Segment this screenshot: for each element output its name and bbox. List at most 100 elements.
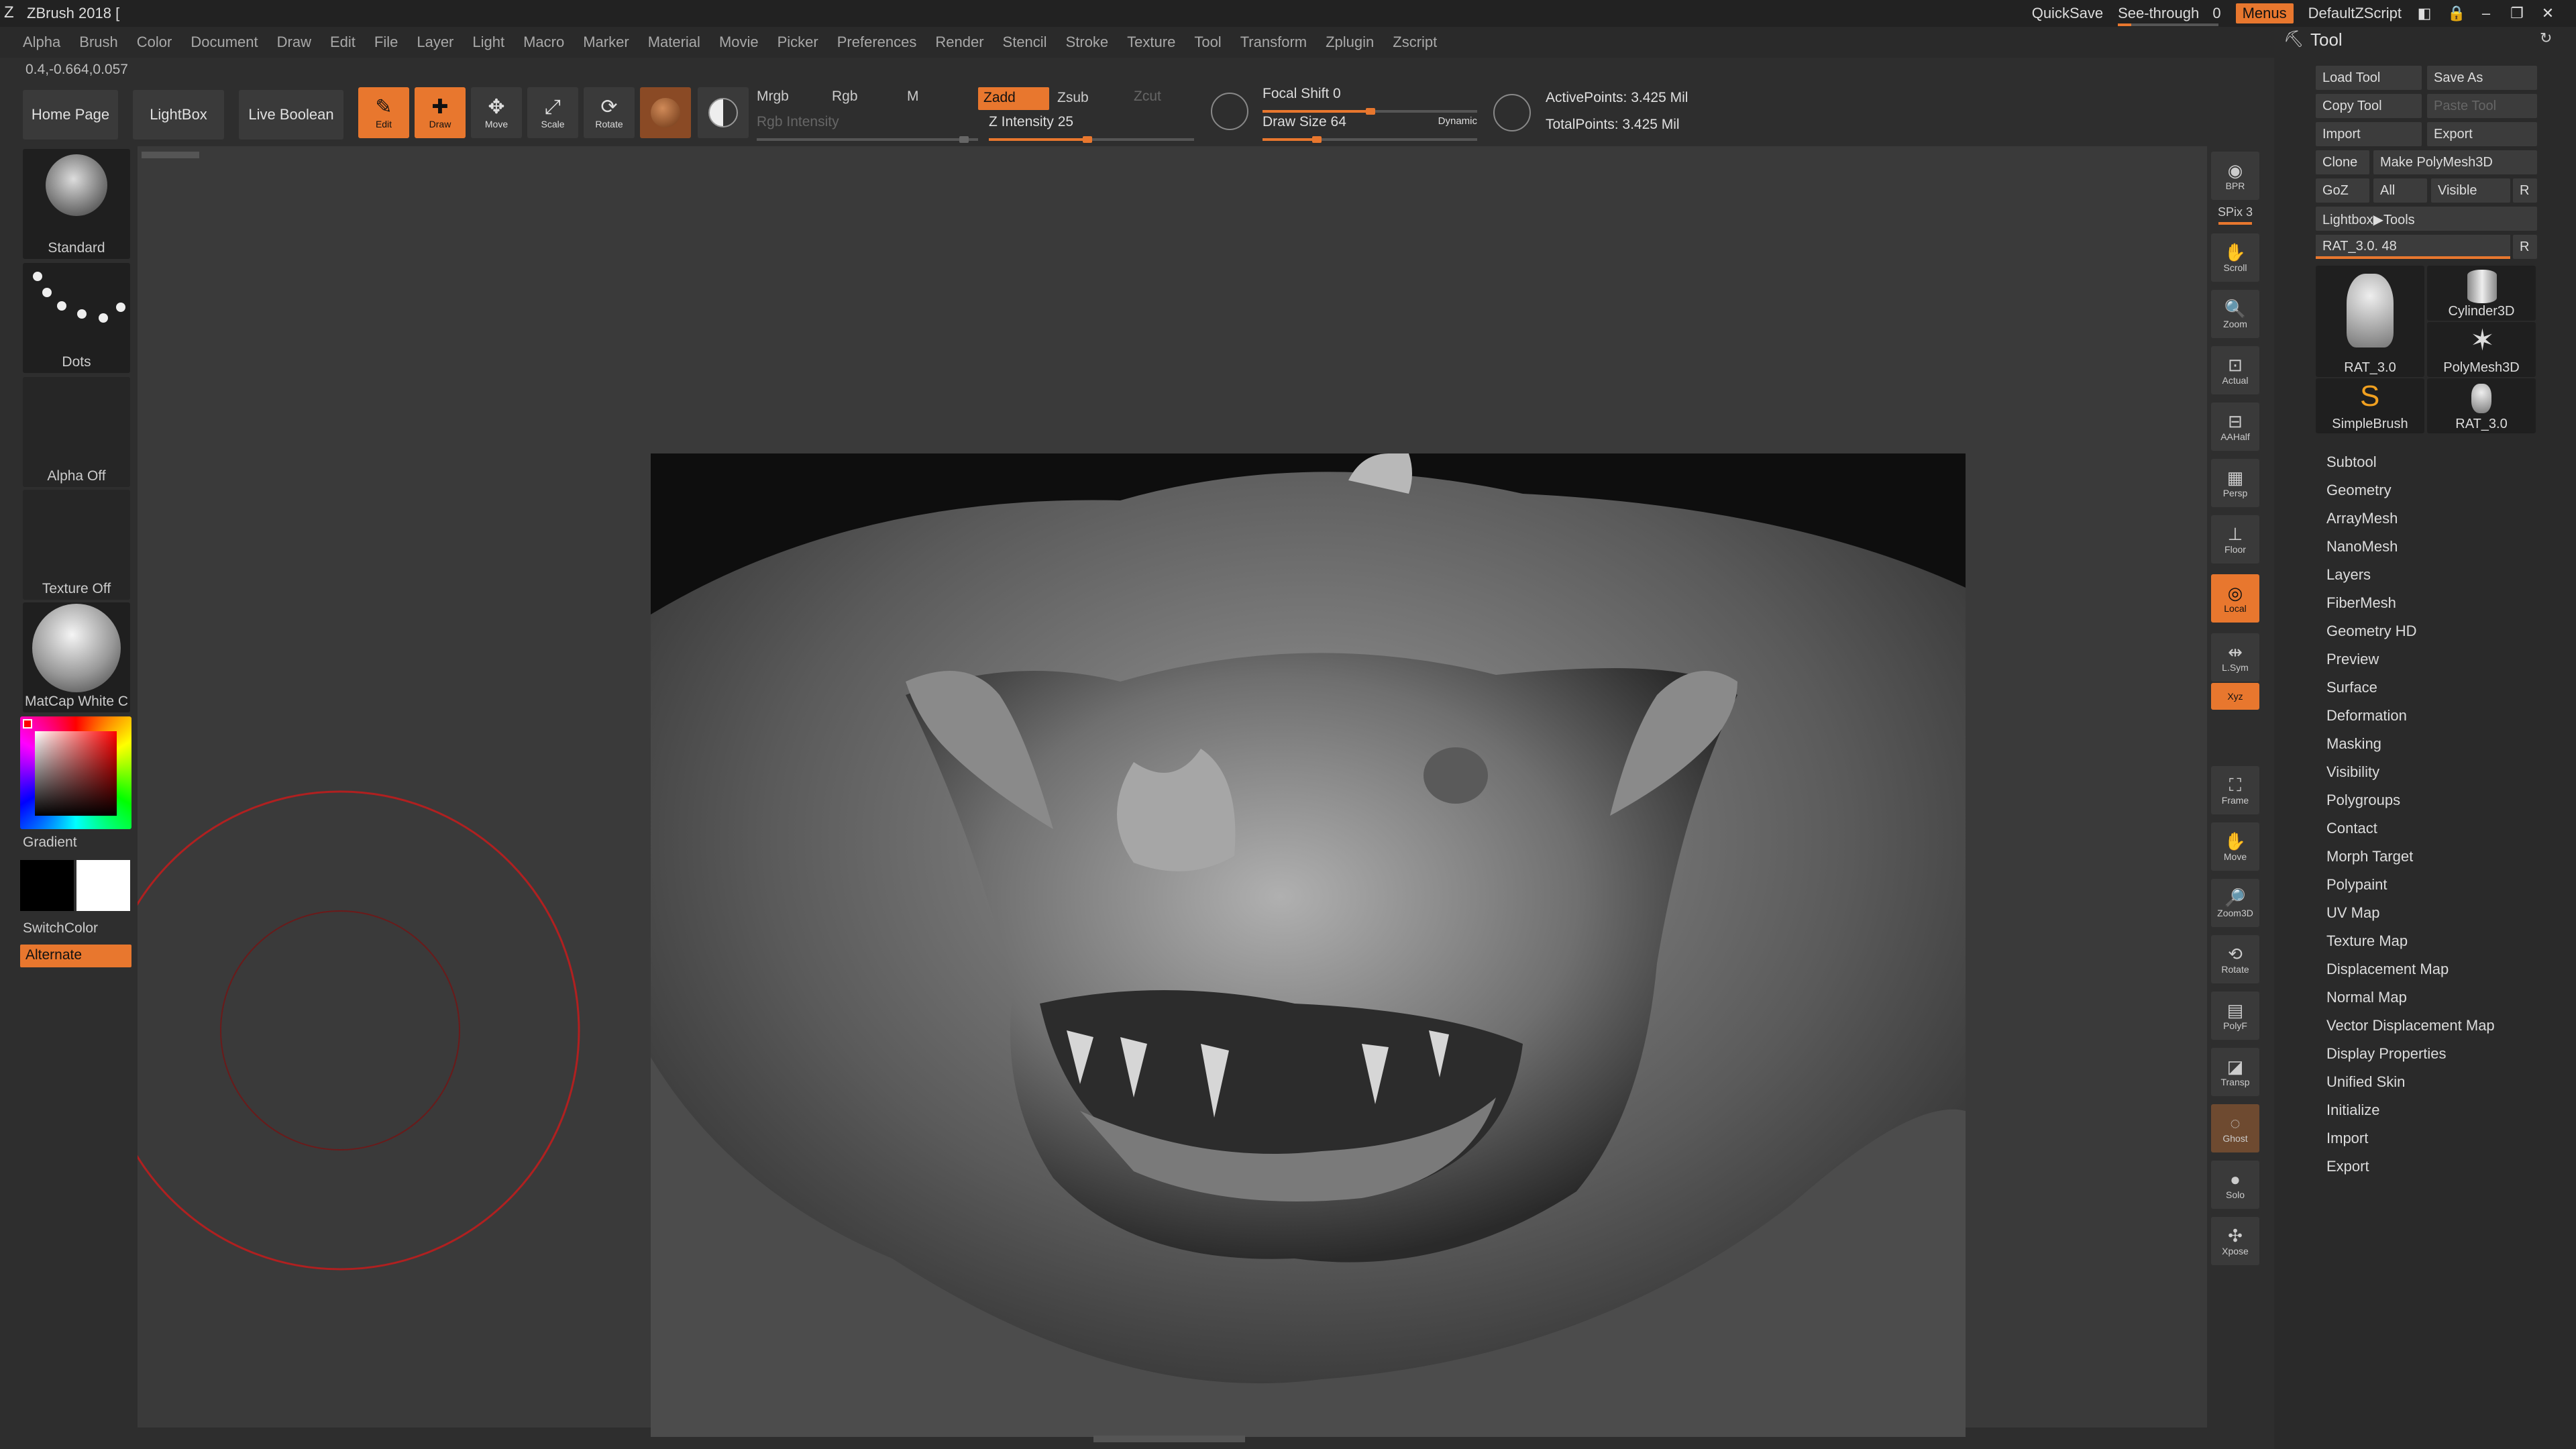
brush-selector[interactable]: Standard [23,149,130,259]
menu-stencil[interactable]: Stencil [1003,34,1047,51]
main-color-swatch[interactable] [20,860,74,911]
subpalette-normal-map[interactable]: Normal Map [2326,983,2495,1012]
subpalette-geometry-hd[interactable]: Geometry HD [2326,617,2495,645]
scale-button[interactable]: ⤢ Scale [527,87,578,138]
persp-button[interactable]: ▦ Persp [2211,459,2259,507]
menu-transform[interactable]: Transform [1240,34,1307,51]
tool-thumb-rat-1[interactable]: RAT_3.0 [2316,266,2424,377]
bpr-button[interactable]: ◉ BPR [2211,152,2259,200]
frame-button[interactable]: ⛶ Frame [2211,766,2259,814]
minimize-icon[interactable]: – [2478,5,2494,21]
restore-icon[interactable]: ❐ [2509,5,2525,21]
tool-thumb-simplebrush[interactable]: S SimpleBrush [2316,378,2424,433]
menu-tool[interactable]: Tool [1194,34,1221,51]
menu-texture[interactable]: Texture [1127,34,1175,51]
menu-document[interactable]: Document [191,34,258,51]
panel-collapse-icon[interactable]: ↻ [2540,30,2552,47]
draw-mode-icon[interactable] [1493,94,1531,131]
bottom-shelf-handle[interactable] [1093,1436,1245,1442]
menus-button[interactable]: Menus [2235,3,2294,23]
tool-thumb-cylinder[interactable]: Cylinder3D [2427,266,2536,321]
stroke-selector[interactable]: Dots [23,263,130,373]
3d-viewport[interactable] [651,453,1966,1437]
lock-icon[interactable]: 🔒 [2447,5,2465,21]
move-view-button[interactable]: ✋ Move [2211,822,2259,871]
goz-button[interactable]: GoZ [2316,178,2369,203]
menu-preferences[interactable]: Preferences [837,34,917,51]
dynamic-label[interactable]: Dynamic [1438,115,1477,127]
subpalette-arraymesh[interactable]: ArrayMesh [2326,504,2495,533]
material-sphere-button[interactable] [640,87,691,138]
subpalette-preview[interactable]: Preview [2326,645,2495,674]
rgb-button[interactable]: Rgb [832,89,858,105]
secondary-color-swatch[interactable] [76,860,130,911]
layout-icon[interactable]: ◧ [2416,5,2432,21]
tool-thumb-polymesh[interactable]: ✶ PolyMesh3D [2427,322,2536,377]
subpalette-texture-map[interactable]: Texture Map [2326,927,2495,955]
home-page-button[interactable]: Home Page [23,90,118,140]
menu-movie[interactable]: Movie [719,34,759,51]
local-button[interactable]: ◎ Local [2211,574,2259,623]
edit-button[interactable]: ✎ Edit [358,87,409,138]
subpalette-deformation[interactable]: Deformation [2326,702,2495,730]
draw-size-slider[interactable]: Draw Size 64 Dynamic [1263,114,1477,143]
save-as-button[interactable]: Save As [2427,66,2537,90]
lightbox-button[interactable]: LightBox [133,90,224,140]
subpalette-unified-skin[interactable]: Unified Skin [2326,1068,2495,1096]
subpalette-initialize[interactable]: Initialize [2326,1096,2495,1124]
menu-marker[interactable]: Marker [583,34,629,51]
subpalette-visibility[interactable]: Visibility [2326,758,2495,786]
lightbox-tools-button[interactable]: Lightbox▶Tools [2316,207,2537,231]
subpalette-geometry[interactable]: Geometry [2326,476,2495,504]
subpalette-layers[interactable]: Layers [2326,561,2495,589]
subpalette-export[interactable]: Export [2326,1152,2495,1181]
see-through-slider[interactable]: See-through 0 [2118,5,2221,26]
menu-macro[interactable]: Macro [523,34,564,51]
draw-button[interactable]: ✚ Draw [415,87,466,138]
color-picker[interactable] [20,716,131,829]
aahalf-button[interactable]: ⊟ AAHalf [2211,402,2259,451]
subpalette-polygroups[interactable]: Polygroups [2326,786,2495,814]
subpalette-masking[interactable]: Masking [2326,730,2495,758]
zadd-button[interactable]: Zadd [978,87,1049,110]
menu-render[interactable]: Render [935,34,983,51]
zoom3d-button[interactable]: 🔎 Zoom3D [2211,879,2259,927]
menu-brush[interactable]: Brush [79,34,117,51]
alternate-button[interactable]: Alternate [20,945,131,967]
export-tool-button[interactable]: Export [2427,122,2537,146]
switchcolor-button[interactable]: SwitchColor [23,920,98,936]
rotate-view-button[interactable]: ⟲ Rotate [2211,935,2259,983]
scroll-button[interactable]: ✋ Scroll [2211,233,2259,282]
live-boolean-button[interactable]: Live Boolean [239,90,343,140]
subpalette-nanomesh[interactable]: NanoMesh [2326,533,2495,561]
menu-zscript[interactable]: Zscript [1393,34,1437,51]
move-button[interactable]: ✥ Move [471,87,522,138]
spix-slider[interactable]: SPix 3 [2211,205,2259,229]
subpalette-uv-map[interactable]: UV Map [2326,899,2495,927]
subpalette-display-properties[interactable]: Display Properties [2326,1040,2495,1068]
document-canvas[interactable] [138,146,2207,1437]
zcut-button[interactable]: Zcut [1134,89,1161,105]
actual-button[interactable]: ⊡ Actual [2211,346,2259,394]
menu-picker[interactable]: Picker [777,34,818,51]
goz-all-button[interactable]: All [2373,178,2427,203]
color-toggle-button[interactable] [698,87,749,138]
subpalette-surface[interactable]: Surface [2326,674,2495,702]
subpalette-fibermesh[interactable]: FiberMesh [2326,589,2495,617]
material-selector[interactable]: MatCap White C [23,602,130,712]
ghost-button[interactable]: ◌ Ghost [2211,1104,2259,1152]
copy-tool-button[interactable]: Copy Tool [2316,94,2422,118]
menu-light[interactable]: Light [472,34,504,51]
menu-layer[interactable]: Layer [417,34,453,51]
clone-button[interactable]: Clone [2316,150,2369,174]
zoom-button[interactable]: 🔍 Zoom [2211,290,2259,338]
gradient-label[interactable]: Gradient [23,835,77,851]
xyz-button[interactable]: Xyz [2211,683,2259,710]
menu-stroke[interactable]: Stroke [1066,34,1109,51]
subpalette-subtool[interactable]: Subtool [2326,448,2495,476]
goz-r-button[interactable]: R [2513,178,2537,203]
solo-button[interactable]: ● Solo [2211,1161,2259,1209]
menu-edit[interactable]: Edit [330,34,356,51]
rat-r-button[interactable]: R [2513,235,2537,259]
menu-draw[interactable]: Draw [277,34,311,51]
